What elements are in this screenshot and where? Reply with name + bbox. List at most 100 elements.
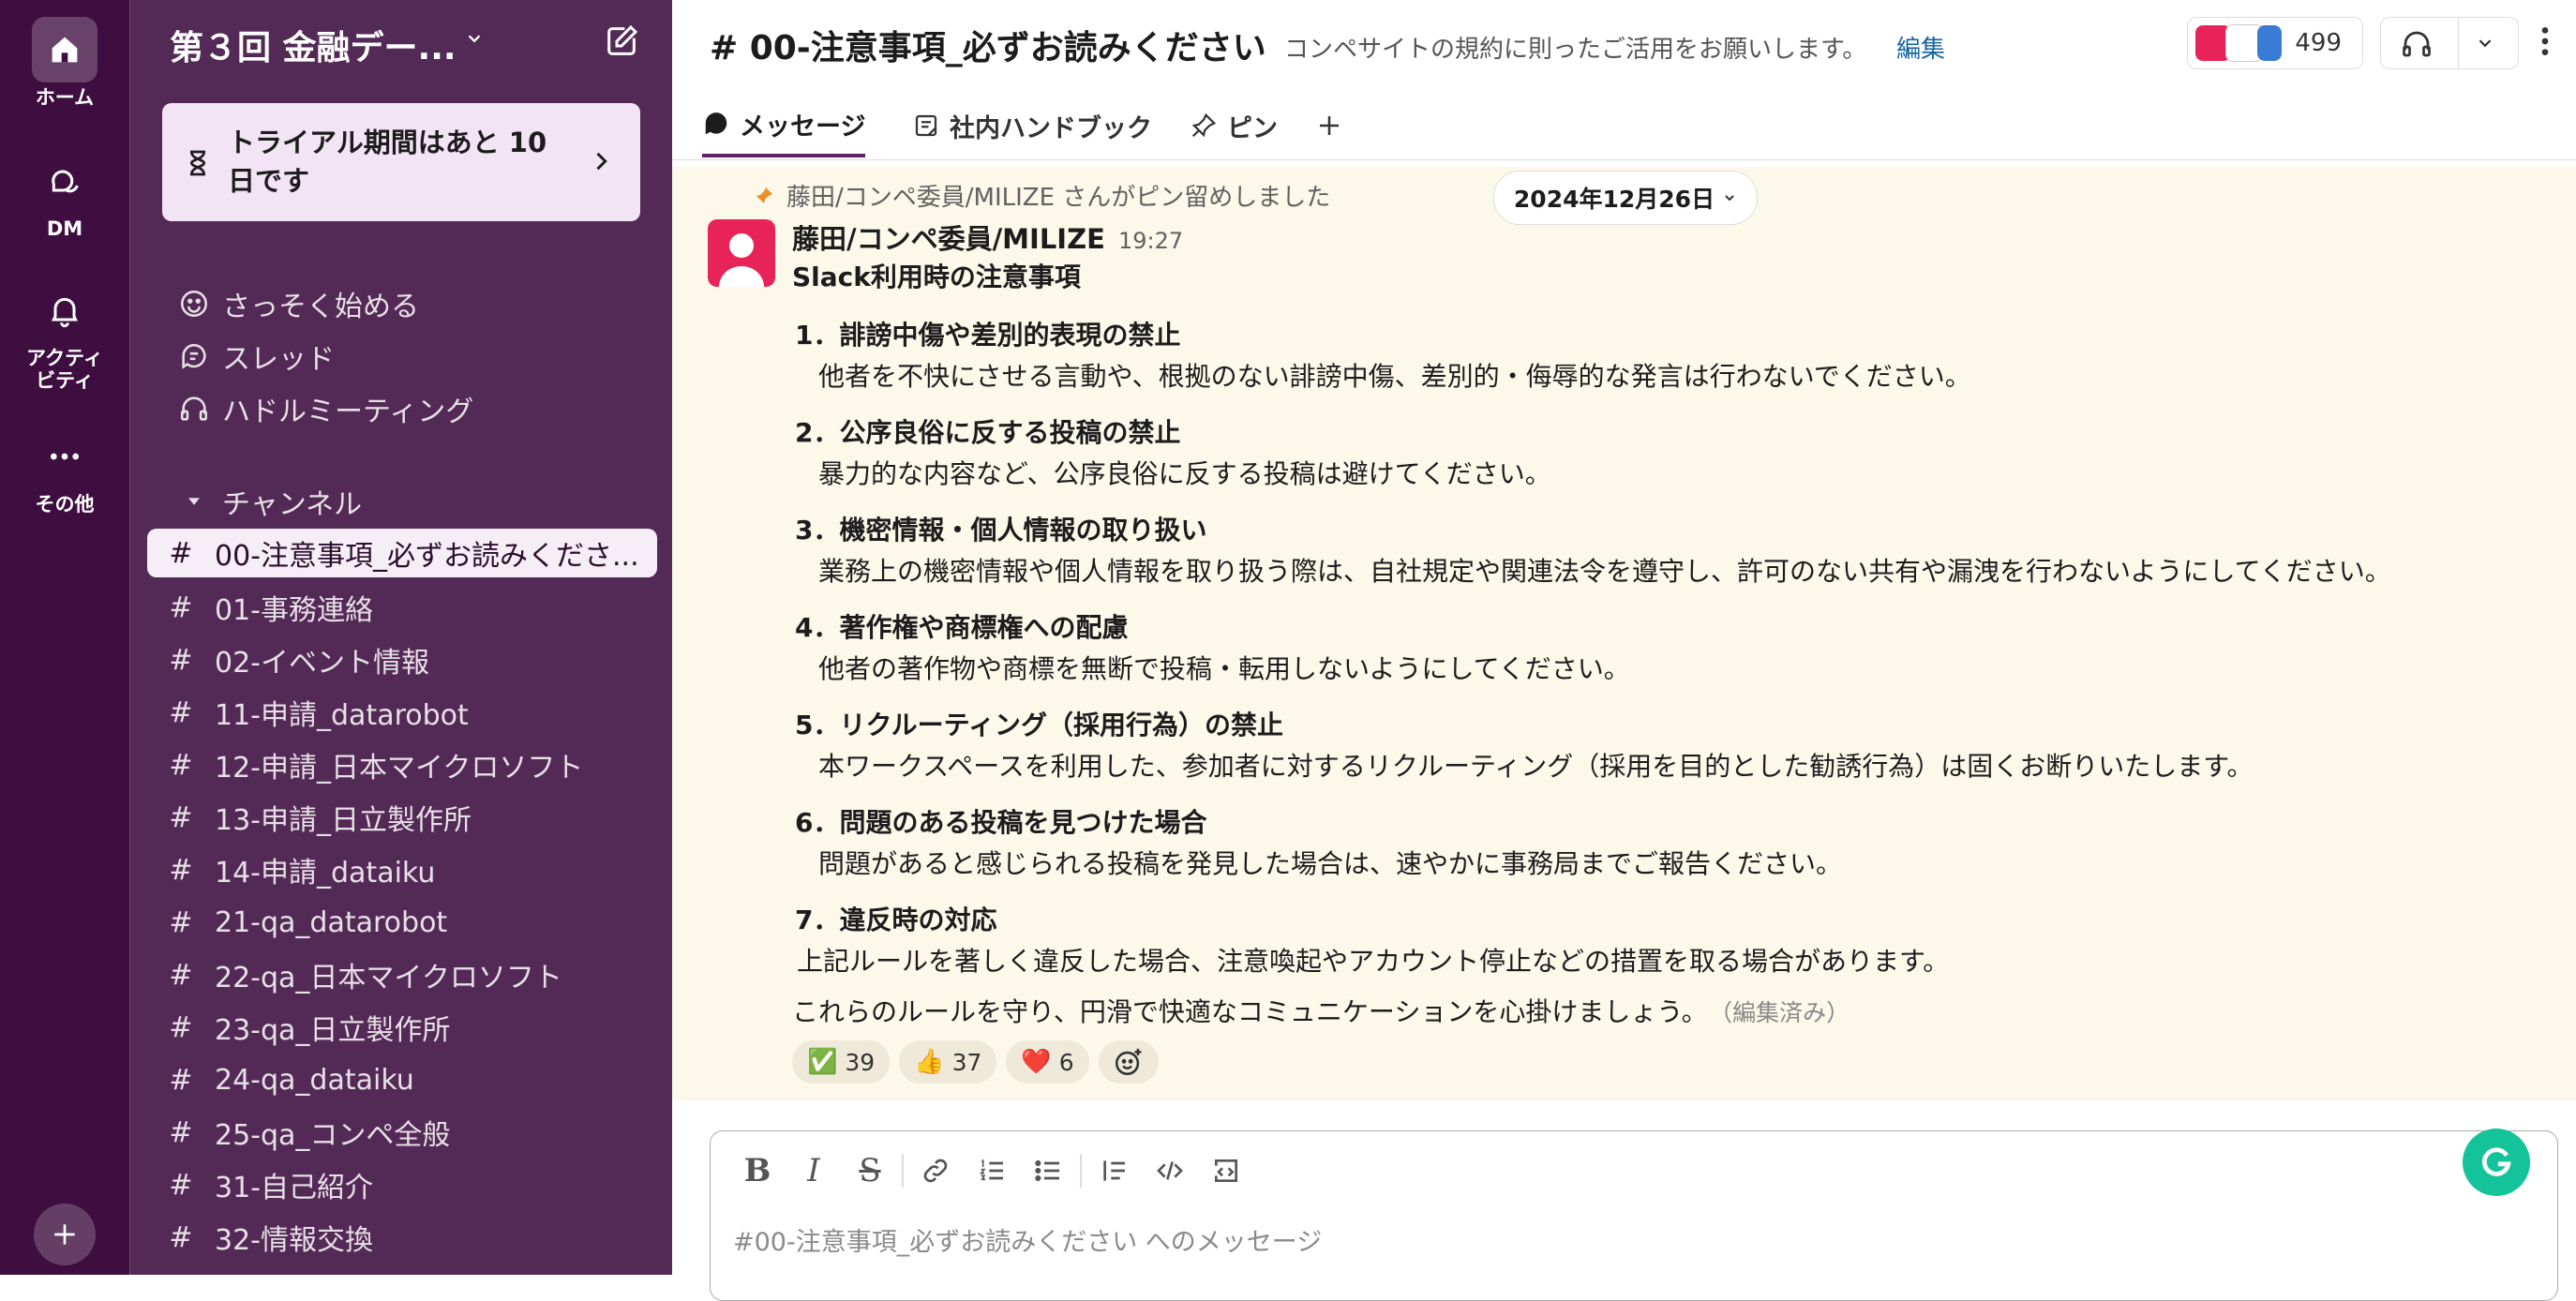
channel-item[interactable]: #32-情報交換 bbox=[147, 1213, 657, 1262]
channel-name: 14-申請_dataiku bbox=[215, 857, 436, 890]
channel-title[interactable]: # 00-注意事項_必ずお読みください bbox=[710, 21, 1266, 69]
channel-item[interactable]: #25-qa_コンペ全般 bbox=[147, 1108, 657, 1157]
rail-home[interactable]: ホーム bbox=[0, 17, 129, 109]
pin-icon bbox=[753, 185, 775, 207]
channel-name: 13-申請_日立製作所 bbox=[215, 804, 472, 837]
tab-pins[interactable]: ピン bbox=[1190, 94, 1278, 157]
bell-icon bbox=[32, 277, 97, 343]
channel-item[interactable]: #31-自己紹介 bbox=[147, 1160, 657, 1209]
message-author[interactable]: 藤田/コンペ委員/MILIZE 19:27 bbox=[792, 217, 1183, 257]
channel-item[interactable]: #13-申請_日立製作所 bbox=[147, 793, 657, 842]
channel-item[interactable]: #23-qa_日立製作所 bbox=[147, 1003, 657, 1052]
more-vertical-icon[interactable] bbox=[2526, 21, 2564, 66]
rail-more[interactable]: その他 bbox=[0, 424, 129, 516]
channel-item[interactable]: #21-qa_datarobot bbox=[147, 898, 657, 947]
channel-item[interactable]: #22-qa_日本マイクロソフト bbox=[147, 950, 657, 999]
blockquote-icon[interactable] bbox=[1086, 1144, 1142, 1197]
divider bbox=[1080, 1154, 1082, 1188]
pinned-note-text: 藤田/コンペ委員/MILIZE さんがピン留めしました bbox=[786, 184, 1331, 212]
hash-icon: # bbox=[169, 1220, 193, 1254]
rule-heading: 5．リクルーティング（採用行為）の禁止 bbox=[795, 710, 1283, 740]
trial-banner[interactable]: トライアル期間はあと 10 日です bbox=[162, 103, 640, 221]
channel-item[interactable]: #12-申請_日本マイクロソフト bbox=[147, 740, 657, 789]
nav-getting-started-label: さっそく始める bbox=[222, 291, 419, 323]
smile-icon bbox=[175, 285, 213, 322]
link-icon[interactable] bbox=[907, 1144, 964, 1197]
chevron-down-icon[interactable] bbox=[464, 28, 485, 52]
reaction-count: 37 bbox=[951, 1048, 982, 1076]
italic-icon[interactable]: I bbox=[786, 1144, 842, 1197]
strikethrough-icon[interactable]: S bbox=[842, 1144, 898, 1197]
rule-text: 他者の著作物や商標を無断で投稿・転用しないようにしてください。 bbox=[818, 653, 1630, 684]
add-workspace-button[interactable] bbox=[34, 1204, 96, 1265]
home-icon bbox=[32, 17, 97, 82]
message-composer[interactable]: B I S #00-注意事項_必ずお読みください へのメッセージ bbox=[710, 1130, 2558, 1301]
channel-item[interactable]: #01-事務連絡 bbox=[147, 583, 657, 632]
rule-text: 問題があると感じられる投稿を発見した場合は、速やかに事務局までご報告ください。 bbox=[818, 848, 1843, 879]
code-icon[interactable] bbox=[1142, 1144, 1198, 1197]
rail-dm[interactable]: DM bbox=[0, 148, 129, 240]
workspace-name[interactable]: 第３回 金融デー... bbox=[170, 21, 457, 69]
compose-icon[interactable] bbox=[603, 22, 640, 64]
members-button[interactable]: 499 bbox=[2187, 17, 2363, 69]
more-dots-icon bbox=[32, 424, 97, 489]
nav-huddles[interactable]: ハドルミーティング bbox=[175, 386, 473, 431]
rail-activity-label-2: ビティ bbox=[36, 369, 94, 392]
edit-topic-link[interactable]: 編集 bbox=[1896, 30, 1945, 65]
reaction-check[interactable]: ✅ 39 bbox=[792, 1040, 891, 1084]
hash-icon: # bbox=[169, 800, 193, 834]
chevron-down-icon[interactable] bbox=[2475, 33, 2495, 57]
channel-view: # 00-注意事項_必ずお読みください コンペサイトの規約に則ったご活用をお願い… bbox=[672, 0, 2576, 1301]
add-reaction-button[interactable] bbox=[1098, 1040, 1159, 1084]
hash-icon: # bbox=[169, 748, 193, 782]
nav-threads[interactable]: スレッド bbox=[175, 334, 335, 379]
rail-activity[interactable]: アクティ ビティ bbox=[0, 277, 129, 392]
message-closing: これらのルールを守り、円滑で快適なコミュニケーションを心掛けましょう。 （編集済み… bbox=[792, 992, 1850, 1029]
huddle-button[interactable] bbox=[2380, 17, 2519, 69]
reaction-thumbsup[interactable]: 👍 37 bbox=[899, 1040, 997, 1084]
pin-icon bbox=[1190, 112, 1218, 140]
bullet-list-icon[interactable] bbox=[1020, 1144, 1076, 1197]
nav-getting-started[interactable]: さっそく始める bbox=[175, 281, 419, 326]
channel-item[interactable]: #02-イベント情報 bbox=[147, 636, 657, 684]
hash-icon: # bbox=[169, 643, 193, 677]
channel-item[interactable]: #14-申請_dataiku bbox=[147, 845, 657, 894]
divider bbox=[902, 1154, 904, 1188]
reaction-heart[interactable]: ❤️ 6 bbox=[1006, 1040, 1089, 1084]
date-divider-button[interactable]: 2024年12月26日 bbox=[1493, 171, 1758, 225]
channels-section-header[interactable]: チャンネル bbox=[175, 481, 362, 522]
tab-handbook[interactable]: 社内ハンドブック bbox=[912, 94, 1152, 157]
check-emoji-icon: ✅ bbox=[807, 1048, 838, 1076]
message-time[interactable]: 19:27 bbox=[1118, 228, 1183, 254]
hash-icon: # bbox=[169, 1115, 193, 1149]
tab-pins-label: ピン bbox=[1227, 113, 1278, 143]
date-label: 2024年12月26日 bbox=[1513, 186, 1715, 213]
bold-icon[interactable]: B bbox=[729, 1144, 786, 1197]
channel-item[interactable]: #00-注意事項_必ずお読みくださ... bbox=[147, 529, 657, 577]
avatar[interactable] bbox=[708, 219, 775, 287]
code-block-icon[interactable] bbox=[1198, 1144, 1254, 1197]
hash-icon: # bbox=[169, 1063, 193, 1097]
channel-item[interactable]: #11-申請_datarobot bbox=[147, 688, 657, 737]
tab-handbook-label: 社内ハンドブック bbox=[950, 113, 1152, 143]
headphones-icon bbox=[2400, 27, 2434, 65]
message-icon bbox=[702, 110, 730, 138]
message-list: 藤田/コンペ委員/MILIZE さんがピン留めしました 2024年12月26日 … bbox=[672, 167, 2576, 1100]
channel-item[interactable]: #24-qa_dataiku bbox=[147, 1055, 657, 1104]
channel-name: 12-申請_日本マイクロソフト bbox=[215, 752, 584, 785]
channel-sidebar: 第３回 金融デー... トライアル期間はあと 10 日です さっそく始める スレ… bbox=[129, 0, 672, 1275]
rule-heading: 7．違反時の対応 bbox=[795, 905, 997, 935]
reaction-count: 39 bbox=[845, 1048, 876, 1076]
channels-section-label: チャンネル bbox=[222, 488, 363, 521]
author-name[interactable]: 藤田/コンペ委員/MILIZE bbox=[792, 223, 1105, 255]
threads-icon bbox=[175, 337, 213, 375]
channel-name: 31-自己紹介 bbox=[215, 1172, 373, 1204]
reactions: ✅ 39 👍 37 ❤️ 6 bbox=[792, 1040, 1159, 1084]
grammarly-icon[interactable] bbox=[2463, 1129, 2530, 1196]
rule-heading: 3．機密情報・個人情報の取り扱い bbox=[795, 515, 1207, 546]
ordered-list-icon[interactable] bbox=[964, 1144, 1020, 1197]
thumbsup-emoji-icon: 👍 bbox=[914, 1048, 945, 1076]
add-tab-button[interactable] bbox=[1315, 94, 1343, 157]
tab-messages[interactable]: メッセージ bbox=[702, 94, 866, 157]
message-input-placeholder[interactable]: #00-注意事項_必ずお読みください へのメッセージ bbox=[733, 1221, 1322, 1258]
